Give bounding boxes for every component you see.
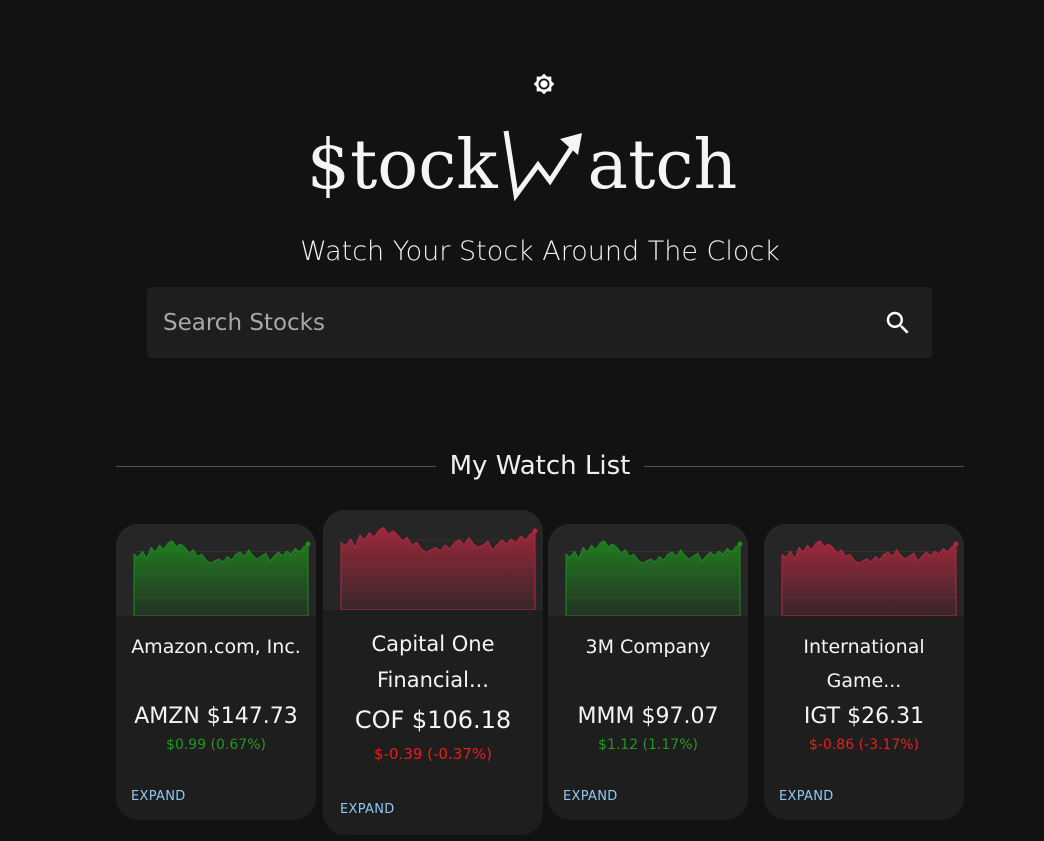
company-name: Amazon.com, Inc. <box>131 636 301 658</box>
price-change: $0.99 (0.67%) <box>166 737 266 753</box>
stock-symbol: IGT <box>803 704 841 729</box>
expand-button[interactable]: EXPAND <box>779 789 834 804</box>
stock-symbol: COF <box>354 706 405 734</box>
stock-price: COF $106.18 <box>323 706 543 734</box>
sparkline-chart <box>323 510 543 610</box>
sparkline-endpoint <box>737 541 743 547</box>
price-change: $1.12 (1.17%) <box>598 737 698 753</box>
sparkline-endpoint <box>532 528 538 534</box>
price-value: $106.18 <box>411 706 512 734</box>
divider <box>644 465 964 467</box>
sparkline-chart <box>548 524 748 616</box>
brightness-icon <box>533 73 555 95</box>
divider <box>116 465 436 467</box>
company-name: International Game... <box>803 636 925 692</box>
stock-symbol: MMM <box>577 704 635 729</box>
watchlist-header: My Watch List <box>116 448 964 484</box>
sparkline-endpoint <box>305 541 311 547</box>
expand-button[interactable]: EXPAND <box>340 802 395 817</box>
app-logo: $tock atch <box>0 120 1044 210</box>
sparkline-chart <box>764 524 964 616</box>
stock-price: IGT $26.31 <box>764 704 964 729</box>
price-value: $97.07 <box>641 704 719 729</box>
expand-button[interactable]: EXPAND <box>131 789 186 804</box>
logo-text-left: $tock <box>306 125 498 205</box>
stock-card[interactable]: Amazon.com, Inc. AMZN $147.73 $0.99 (0.6… <box>116 524 316 820</box>
tagline: Watch Your Stock Around The Clock <box>300 236 780 267</box>
stock-card[interactable]: Capital One Financial... COF $106.18 $-0… <box>323 510 543 835</box>
search-input[interactable] <box>163 309 880 336</box>
company-name: Capital One Financial... <box>371 632 495 692</box>
stock-price: MMM $97.07 <box>548 704 748 729</box>
search-icon <box>886 311 909 334</box>
sparkline-endpoint <box>953 541 959 547</box>
price-change: $-0.86 (-3.17%) <box>808 737 920 753</box>
stock-price: AMZN $147.73 <box>116 704 316 729</box>
sparkline-chart <box>116 524 316 616</box>
theme-toggle-button[interactable] <box>532 72 556 96</box>
logo-text-right: atch <box>587 125 738 205</box>
trend-arrow-icon <box>503 130 582 201</box>
stock-symbol: AMZN <box>134 704 200 729</box>
price-change: $-0.39 (-0.37%) <box>374 745 492 763</box>
search-bar <box>147 287 932 358</box>
search-button[interactable] <box>880 305 916 341</box>
price-value: $26.31 <box>847 704 925 729</box>
price-value: $147.73 <box>206 704 298 729</box>
watchlist-title: My Watch List <box>449 451 631 481</box>
stock-card[interactable]: International Game... IGT $26.31 $-0.86 … <box>764 524 964 820</box>
company-name: 3M Company <box>585 636 711 658</box>
stock-card[interactable]: 3M Company MMM $97.07 $1.12 (1.17%) EXPA… <box>548 524 748 820</box>
expand-button[interactable]: EXPAND <box>563 789 618 804</box>
